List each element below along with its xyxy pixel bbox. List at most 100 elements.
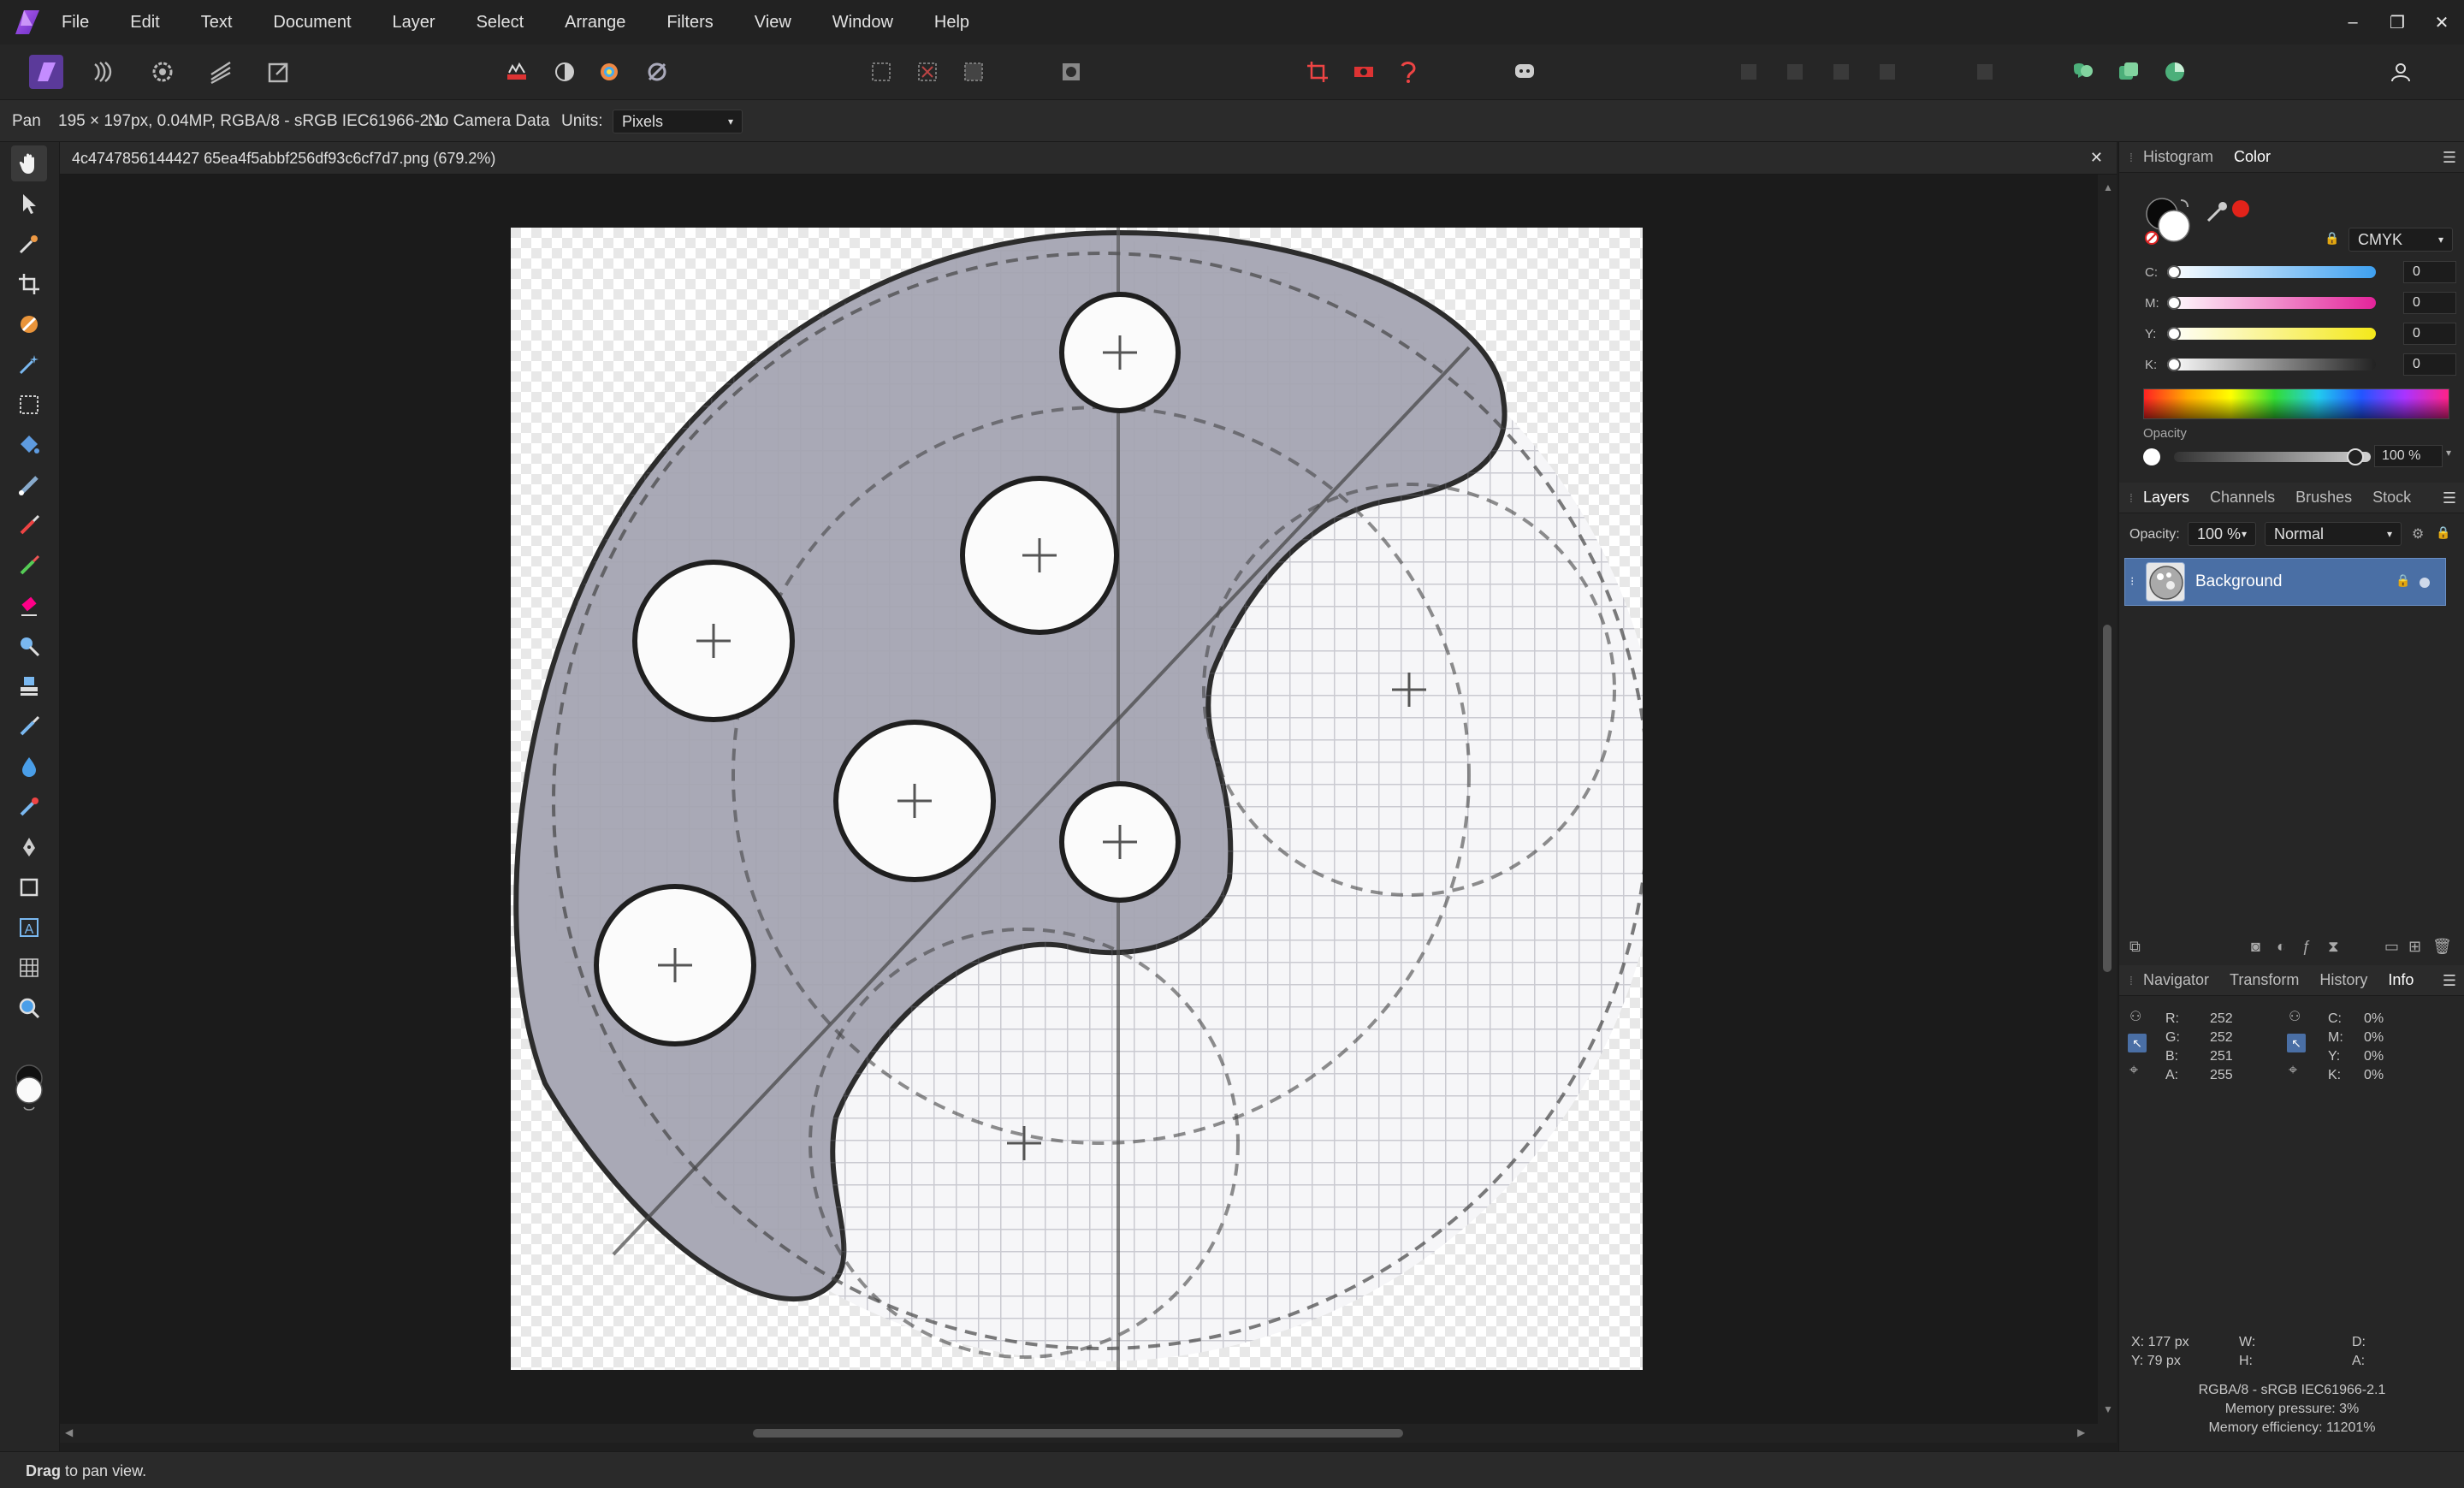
selection-brush-tool-icon[interactable]: [11, 306, 47, 342]
close-window-button[interactable]: ✕: [2420, 12, 2464, 33]
units-select[interactable]: Pixels ▾: [613, 110, 743, 133]
mesh-tool-icon[interactable]: [11, 950, 47, 986]
layer-options-icon[interactable]: ⧉: [2129, 938, 2141, 956]
lock-icon[interactable]: 🔒: [2325, 231, 2339, 246]
align-icon[interactable]: [1968, 55, 2002, 89]
adjustment-layer-icon[interactable]: ◐: [2277, 938, 2286, 956]
tab-color[interactable]: Color: [2234, 148, 2271, 166]
slider-yellow-track[interactable]: [2167, 328, 2376, 340]
eyedropper-icon[interactable]: [2205, 199, 2230, 224]
tab-transform[interactable]: Transform: [2230, 971, 2299, 989]
color-spectrum[interactable]: [2143, 388, 2449, 419]
cursor-target-icon[interactable]: ↖: [2287, 1034, 2306, 1052]
tone-mapping-persona-icon[interactable]: [204, 55, 238, 89]
panel-grip-icon[interactable]: ⁞: [2119, 491, 2143, 505]
slider-cyan-track[interactable]: [2167, 266, 2376, 278]
panel-grip-icon[interactable]: ⁞: [2119, 974, 2143, 987]
tab-history[interactable]: History: [2319, 971, 2367, 989]
vertical-scroll-thumb[interactable]: [2103, 625, 2112, 972]
color-replacement-tool-icon[interactable]: [11, 548, 47, 584]
clone-brush-tool-icon[interactable]: [11, 668, 47, 704]
mask-layer-icon[interactable]: ◙: [2251, 938, 2260, 956]
pen-tool-icon[interactable]: [11, 829, 47, 865]
layer-expand-icon[interactable]: ⁝: [2130, 574, 2134, 589]
studio-link-icon[interactable]: [2112, 55, 2146, 89]
panel-menu-icon[interactable]: ☰: [2443, 149, 2456, 167]
levels-adjustment-icon[interactable]: [500, 55, 534, 89]
affinity-photo-logo-icon[interactable]: [12, 7, 43, 38]
menu-text[interactable]: Text: [201, 13, 233, 33]
flood-select-tool-icon[interactable]: [11, 347, 47, 382]
slider-cyan-knob[interactable]: [2167, 265, 2181, 279]
arrange-front-icon[interactable]: [1870, 55, 1904, 89]
account-icon[interactable]: [2384, 55, 2418, 89]
gradient-tool-icon[interactable]: [11, 467, 47, 503]
slider-black-track[interactable]: [2167, 359, 2376, 371]
color-sampler-icon[interactable]: ⚇: [2129, 1008, 2141, 1025]
erase-brush-tool-icon[interactable]: [11, 588, 47, 624]
deselect-icon[interactable]: [910, 55, 945, 89]
slider-black-knob[interactable]: [2167, 358, 2181, 371]
document-tab[interactable]: 4c4747856144427 65ea4f5abbf256df93c6cf7d…: [60, 142, 2117, 175]
auto-contrast-icon[interactable]: [548, 55, 582, 89]
dodge-brush-tool-icon[interactable]: [11, 628, 47, 664]
layer-opacity-select[interactable]: 100 % ▾: [2188, 522, 2256, 546]
snapping-icon[interactable]: [2065, 55, 2100, 89]
red-eye-icon[interactable]: [1347, 55, 1381, 89]
horizontal-scrollbar[interactable]: ◀ ▶: [60, 1424, 2117, 1443]
quick-mask-icon[interactable]: [1054, 55, 1088, 89]
scroll-right-icon[interactable]: ▶: [2077, 1426, 2085, 1438]
liquify-persona-icon[interactable]: [87, 55, 121, 89]
speech-bubble-icon[interactable]: [1507, 55, 1542, 89]
restore-button[interactable]: ❐: [2375, 12, 2420, 33]
add-group-icon[interactable]: ▭: [2384, 938, 2399, 956]
minimize-button[interactable]: –: [2331, 13, 2375, 33]
share-icon[interactable]: [2158, 55, 2192, 89]
view-tool-hand-icon[interactable]: [11, 145, 47, 181]
document-canvas-image[interactable]: [511, 228, 1650, 1370]
close-document-icon[interactable]: ✕: [2090, 149, 2103, 167]
menu-select[interactable]: Select: [477, 13, 524, 33]
fill-stroke-swatch[interactable]: [2143, 195, 2194, 246]
text-tool-icon[interactable]: A: [11, 910, 47, 946]
auto-white-balance-icon[interactable]: [640, 55, 674, 89]
develop-persona-icon[interactable]: [145, 55, 180, 89]
scroll-left-icon[interactable]: ◀: [65, 1426, 73, 1438]
menu-filters[interactable]: Filters: [666, 13, 713, 33]
panel-menu-icon[interactable]: ☰: [2443, 972, 2456, 990]
tab-channels[interactable]: Channels: [2210, 489, 2275, 507]
slider-magenta[interactable]: M: 0: [2119, 288, 2464, 318]
tab-navigator[interactable]: Navigator: [2143, 971, 2209, 989]
select-all-icon[interactable]: [864, 55, 898, 89]
hourglass-icon[interactable]: ⧗: [2328, 938, 2339, 956]
mesh-warp-tool-icon[interactable]: [11, 789, 47, 825]
layer-row-background[interactable]: ⁝ Background 🔒: [2124, 558, 2446, 606]
crosshair-icon[interactable]: ⌖: [2289, 1061, 2297, 1079]
blur-brush-tool-icon[interactable]: [11, 749, 47, 785]
menu-window[interactable]: Window: [832, 13, 893, 33]
menu-help[interactable]: Help: [934, 13, 969, 33]
menu-edit[interactable]: Edit: [130, 13, 159, 33]
slider-yellow-knob[interactable]: [2167, 327, 2181, 341]
auto-color-icon[interactable]: [592, 55, 626, 89]
flood-fill-tool-icon[interactable]: [11, 427, 47, 463]
crop-icon[interactable]: [1300, 55, 1335, 89]
menu-arrange[interactable]: Arrange: [565, 13, 625, 33]
export-persona-icon[interactable]: [262, 55, 296, 89]
invert-selection-icon[interactable]: [957, 55, 991, 89]
panel-menu-icon[interactable]: ☰: [2443, 489, 2456, 507]
scroll-up-icon[interactable]: ▲: [2103, 181, 2113, 193]
menu-view[interactable]: View: [755, 13, 791, 33]
opacity-slider-track[interactable]: [2174, 452, 2371, 462]
tab-info[interactable]: Info: [2388, 971, 2414, 989]
slider-magenta-value[interactable]: 0: [2403, 292, 2456, 314]
paint-brush-tool-icon[interactable]: [11, 507, 47, 543]
arrange-backward-icon[interactable]: [1778, 55, 1812, 89]
slider-magenta-track[interactable]: [2167, 297, 2376, 309]
cursor-target-icon[interactable]: ↖: [2128, 1034, 2147, 1052]
slider-yellow[interactable]: Y: 0: [2119, 318, 2464, 349]
slider-black[interactable]: K: 0: [2119, 349, 2464, 380]
horizontal-scroll-thumb[interactable]: [753, 1429, 1403, 1438]
picked-color-swatch[interactable]: [2232, 200, 2249, 217]
lock-icon[interactable]: 🔒: [2436, 525, 2450, 540]
